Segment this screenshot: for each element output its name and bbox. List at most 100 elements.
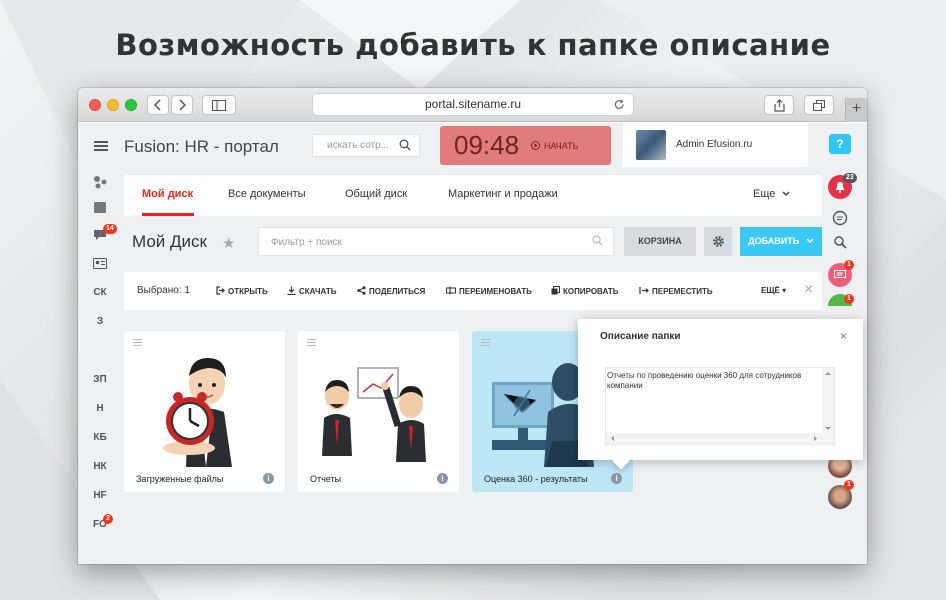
chevron-left-icon bbox=[154, 99, 161, 111]
search-placeholder: искать сотр... bbox=[327, 140, 390, 151]
add-button[interactable]: ДОБАВИТЬ bbox=[740, 227, 822, 256]
url-text: portal.sitename.ru bbox=[424, 97, 522, 111]
share-icon bbox=[357, 286, 366, 295]
search-icon[interactable] bbox=[834, 236, 847, 249]
selected-count: Выбрано: 1 bbox=[137, 285, 190, 296]
presentation-image bbox=[322, 367, 426, 462]
share-icon bbox=[773, 98, 785, 112]
tasks-icon[interactable] bbox=[94, 202, 106, 213]
trash-button[interactable]: КОРЗИНА bbox=[624, 227, 696, 256]
disk-tabs: Мой диск Все документы Общий диск Маркет… bbox=[124, 175, 822, 216]
download-icon bbox=[287, 286, 296, 296]
play-icon bbox=[531, 141, 540, 150]
user-menu[interactable]: Admin Efusion.ru bbox=[623, 123, 808, 167]
notifications-badge: 23 bbox=[843, 173, 857, 183]
leftnav-item[interactable]: КБ bbox=[86, 432, 114, 443]
tab-shared-disk[interactable]: Общий диск bbox=[345, 188, 407, 200]
browser-titlebar: portal.sitename.ru + bbox=[78, 88, 867, 122]
app-title: Fusion: HR - портал bbox=[124, 137, 279, 156]
bell-icon bbox=[835, 182, 845, 193]
folder-name: Оценка 360 - результаты bbox=[484, 474, 588, 484]
contact-avatar-2-badge: 1 bbox=[844, 480, 854, 490]
filter-input[interactable]: Фильтр + поиск bbox=[258, 227, 614, 256]
folder-card[interactable]: Отчеты i bbox=[298, 331, 459, 492]
folder-name: Загруженные файлы bbox=[136, 474, 224, 484]
filter-placeholder: Фильтр + поиск bbox=[271, 237, 342, 248]
drag-handle-icon[interactable] bbox=[481, 339, 490, 346]
close-icon[interactable]: × bbox=[840, 329, 847, 343]
timer-value: 09:48 bbox=[454, 130, 520, 160]
tab-marketing[interactable]: Маркетинг и продажи bbox=[448, 188, 558, 200]
tab-my-disk[interactable]: Мой диск bbox=[142, 188, 193, 200]
info-icon[interactable]: i bbox=[611, 473, 622, 484]
more-actions[interactable]: ЕЩЁ ▾ bbox=[761, 286, 786, 295]
arrow-right-icon bbox=[814, 436, 817, 441]
close-icon[interactable]: × bbox=[804, 281, 813, 299]
zoom-window-button[interactable] bbox=[125, 99, 137, 111]
chat-badge: 14 bbox=[103, 224, 117, 234]
worktime-widget[interactable]: 09:48 НАЧАТЬ bbox=[440, 126, 611, 165]
gear-icon bbox=[712, 236, 724, 247]
forward-button[interactable] bbox=[171, 95, 193, 115]
fo-badge: 2 bbox=[103, 514, 113, 524]
rename-icon bbox=[446, 286, 456, 295]
sidebar-icon bbox=[212, 99, 226, 111]
horizontal-scrollbar[interactable] bbox=[606, 433, 834, 444]
active-tab-underline bbox=[142, 213, 194, 216]
new-tab-button[interactable]: + bbox=[845, 98, 867, 122]
info-icon[interactable]: i bbox=[263, 473, 274, 484]
drag-handle-icon[interactable] bbox=[307, 339, 316, 346]
drag-handle-icon[interactable] bbox=[133, 339, 142, 346]
chevron-down-icon bbox=[806, 238, 814, 243]
message-icon bbox=[834, 270, 846, 278]
leftnav-item[interactable]: СК bbox=[86, 287, 114, 298]
copy-icon bbox=[551, 286, 560, 295]
share-action[interactable]: ПОДЕЛИТЬСЯ bbox=[357, 286, 425, 296]
close-window-button[interactable] bbox=[89, 99, 101, 111]
leftnav-item[interactable]: HF bbox=[86, 490, 114, 501]
leftnav-item[interactable]: НК bbox=[86, 461, 114, 472]
avatar bbox=[636, 130, 666, 160]
employee-search-input[interactable]: искать сотр... bbox=[312, 134, 420, 157]
tab-all-documents[interactable]: Все документы bbox=[228, 188, 306, 200]
help-button[interactable]: ? bbox=[829, 134, 851, 154]
minimize-window-button[interactable] bbox=[107, 99, 119, 111]
settings-button[interactable] bbox=[704, 227, 732, 256]
download-label: СКАЧАТЬ bbox=[299, 287, 337, 296]
add-button-label: ДОБАВИТЬ bbox=[748, 236, 800, 246]
star-icon[interactable]: ★ bbox=[222, 234, 235, 252]
back-button[interactable] bbox=[147, 95, 169, 115]
network-icon[interactable] bbox=[93, 175, 107, 189]
page-title: Мой Диск bbox=[132, 232, 207, 251]
copy-action[interactable]: КОПИРОВАТЬ bbox=[551, 286, 618, 296]
selection-action-bar: Выбрано: 1 ОТКРЫТЬ СКАЧАТЬ ПОДЕЛИТЬСЯ ПЕ… bbox=[124, 272, 822, 310]
leftnav-item[interactable]: З bbox=[86, 316, 114, 327]
contact-card-icon[interactable] bbox=[93, 258, 107, 269]
tab-more[interactable]: Еще bbox=[753, 188, 790, 200]
folder-description-popover: Описание папки × Отчеты по проведению оц… bbox=[578, 319, 863, 460]
menu-icon[interactable] bbox=[94, 141, 108, 151]
tabs-overview-button[interactable] bbox=[804, 95, 834, 115]
timer-start-label[interactable]: НАЧАТЬ bbox=[544, 141, 579, 151]
description-text: Отчеты по проведению оценки 360 для сотр… bbox=[607, 371, 802, 390]
description-textarea[interactable]: Отчеты по проведению оценки 360 для сотр… bbox=[605, 367, 835, 445]
sidebar-toggle-button[interactable] bbox=[202, 95, 236, 115]
vertical-scrollbar[interactable] bbox=[822, 368, 834, 434]
folder-card[interactable]: Загруженные файлы i bbox=[124, 331, 285, 492]
leftnav-item[interactable]: Н bbox=[86, 403, 114, 414]
move-action[interactable]: ПЕРЕМЕСТИТЬ bbox=[639, 286, 713, 296]
arrow-up-icon bbox=[825, 372, 831, 375]
arrow-down-icon bbox=[825, 427, 831, 430]
chat-bubble-icon[interactable] bbox=[832, 210, 848, 226]
contact-badge: 1 bbox=[844, 294, 854, 304]
open-action[interactable]: ОТКРЫТЬ bbox=[216, 286, 268, 296]
share-button[interactable] bbox=[764, 95, 794, 115]
move-icon bbox=[639, 287, 649, 294]
info-icon[interactable]: i bbox=[437, 473, 448, 484]
download-action[interactable]: СКАЧАТЬ bbox=[287, 286, 336, 296]
page-headline: Возможность добавить к папке описание bbox=[115, 28, 831, 62]
reload-icon[interactable] bbox=[614, 99, 625, 110]
leftnav-item[interactable]: ЗП bbox=[86, 374, 114, 385]
rename-action[interactable]: ПЕРЕИМЕНОВАТЬ bbox=[446, 286, 532, 296]
address-bar[interactable]: portal.sitename.ru bbox=[312, 93, 634, 116]
